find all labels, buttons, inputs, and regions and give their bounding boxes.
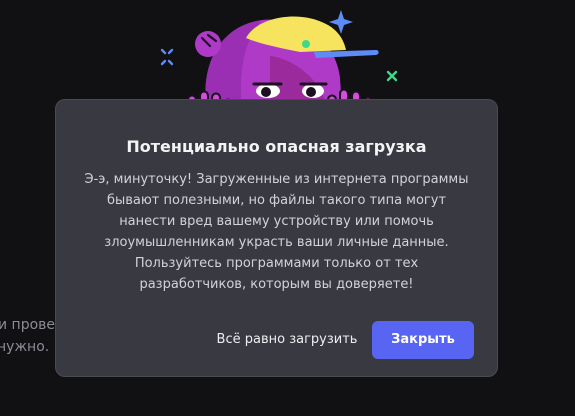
background-text-line-2: нужно.: [0, 339, 50, 355]
dialog-body-line: злоумышленникам украсть ваши личные данн…: [104, 235, 449, 250]
plus-icon: [386, 70, 398, 82]
close-button[interactable]: Закрыть: [372, 321, 474, 359]
dialog-body-line: Пользуйтесь программами только от тех: [134, 256, 419, 271]
dialog-title: Потенциально опасная загрузка: [126, 137, 427, 156]
background-text: и прове нужно.: [0, 314, 55, 358]
ear-icon: [195, 31, 221, 57]
background-text-line-1: и прове: [0, 317, 56, 333]
dialog-body-line: нанести вред вашему устройству или помоч…: [119, 214, 434, 229]
dangerous-download-dialog: Потенциально опасная загрузка Э-э, минут…: [55, 99, 498, 377]
dialog-body: Э-э, минуточку! Загруженные из интернета…: [80, 169, 473, 295]
download-anyway-button[interactable]: Всё равно загрузить: [207, 329, 367, 351]
app-window: и прове нужно. Потенциально опасная загр…: [0, 0, 575, 416]
dialog-body-line: Э-э, минуточку! Загруженные из интернета…: [84, 172, 469, 187]
burst-icon: [160, 48, 174, 66]
dialog-body-line: разработчиков, которым вы доверяете!: [139, 277, 414, 292]
dialog-body-line: бывают полезными, но файлы такого типа м…: [106, 193, 447, 208]
